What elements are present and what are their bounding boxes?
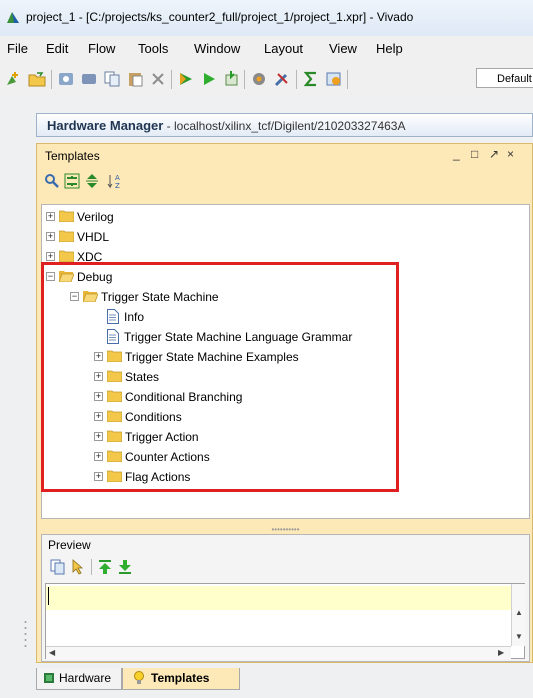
maximize-button[interactable]: □ (471, 147, 478, 161)
scroll-right-icon[interactable]: ▶ (498, 648, 504, 657)
highlight-box (41, 262, 399, 492)
templates-panel-title: Templates (45, 149, 100, 163)
svg-text:Z: Z (115, 182, 120, 189)
tab-templates-label: Templates (151, 671, 210, 685)
paste-icon[interactable] (126, 70, 144, 88)
folder-icon (59, 210, 74, 222)
menu-window[interactable]: Window (194, 41, 240, 56)
menu-layout[interactable]: Layout (264, 41, 303, 56)
folder-icon (59, 230, 74, 242)
menu-file[interactable]: File (7, 41, 28, 56)
expand-icon[interactable]: + (46, 252, 55, 261)
window-title: project_1 - [C:/projects/ks_counter2_ful… (26, 10, 414, 24)
scroll-down-icon[interactable]: ▼ (515, 632, 523, 641)
new-project-icon[interactable] (4, 70, 22, 88)
preview-toolbar (42, 555, 529, 579)
report-sum-icon[interactable] (302, 70, 320, 88)
layout-selector[interactable]: Default (476, 68, 533, 88)
preview-panel: Preview ▲ ▼ ◀ ▶ (41, 534, 530, 662)
title-bar: project_1 - [C:/projects/ks_counter2_ful… (0, 0, 533, 36)
save-icon[interactable] (57, 70, 75, 88)
scroll-left-icon[interactable]: ◀ (49, 648, 55, 657)
lightbulb-icon (134, 671, 144, 684)
preview-editor[interactable]: ▲ ▼ ◀ ▶ (45, 583, 525, 659)
folder-icon (59, 250, 74, 262)
tools-icon[interactable] (273, 70, 291, 88)
copy-icon[interactable] (50, 559, 66, 575)
menu-bar: File Edit Flow Tools Window Layout View … (0, 36, 533, 62)
minimize-button[interactable]: _ (453, 147, 460, 161)
settings-icon[interactable] (250, 70, 268, 88)
hardware-manager-title: Hardware Manager (47, 118, 164, 133)
close-button[interactable]: × (507, 147, 514, 161)
run-implementation-icon[interactable] (200, 70, 218, 88)
vertical-scrollbar[interactable]: ▲ ▼ (511, 584, 525, 646)
hardware-target: - localhost/xilinx_tcf/Digilent/21020332… (163, 119, 406, 133)
horizontal-scrollbar[interactable]: ◀ ▶ (46, 646, 511, 659)
resize-grip[interactable] (24, 620, 27, 650)
collapse-all-icon[interactable] (64, 173, 80, 189)
main-toolbar: Default (0, 62, 533, 97)
copy-icon[interactable] (103, 70, 121, 88)
float-button[interactable]: ↗ (489, 147, 499, 161)
search-icon[interactable] (44, 173, 60, 189)
open-project-icon[interactable] (28, 70, 46, 88)
expand-icon[interactable]: + (46, 232, 55, 241)
vivado-app-icon (7, 12, 19, 23)
tab-hardware[interactable]: Hardware (36, 668, 122, 690)
text-caret (48, 587, 49, 605)
hardware-manager-header: Hardware Manager - localhost/xilinx_tcf/… (36, 113, 533, 137)
menu-help[interactable]: Help (376, 41, 403, 56)
preview-title: Preview (48, 538, 91, 552)
sort-az-icon[interactable]: AZ (107, 173, 123, 189)
menu-edit[interactable]: Edit (46, 41, 68, 56)
menu-tools[interactable]: Tools (138, 41, 168, 56)
scroll-up-icon[interactable]: ▲ (515, 608, 523, 617)
language-templates-icon[interactable] (325, 70, 343, 88)
tab-hardware-label: Hardware (59, 671, 112, 685)
tab-templates[interactable]: Templates (122, 668, 240, 690)
generate-bitstream-icon[interactable] (223, 70, 241, 88)
menu-view[interactable]: View (329, 41, 357, 56)
move-up-icon[interactable] (97, 559, 113, 575)
cursor-icon[interactable] (70, 559, 86, 575)
menu-flow[interactable]: Flow (88, 41, 115, 56)
hardware-icon (44, 673, 54, 683)
run-simulation-icon[interactable] (177, 70, 195, 88)
delete-icon[interactable] (149, 70, 167, 88)
move-down-icon[interactable] (117, 559, 133, 575)
undo-icon[interactable] (80, 70, 98, 88)
templates-panel-header: Templates _ □ ↗ × (37, 144, 532, 166)
templates-toolbar: AZ (37, 166, 532, 196)
current-line (46, 586, 511, 610)
expand-icon[interactable]: + (46, 212, 55, 221)
splitter-handle[interactable]: •••••••••• (41, 525, 530, 534)
svg-text:A: A (115, 174, 120, 182)
expand-all-icon[interactable] (84, 173, 100, 189)
